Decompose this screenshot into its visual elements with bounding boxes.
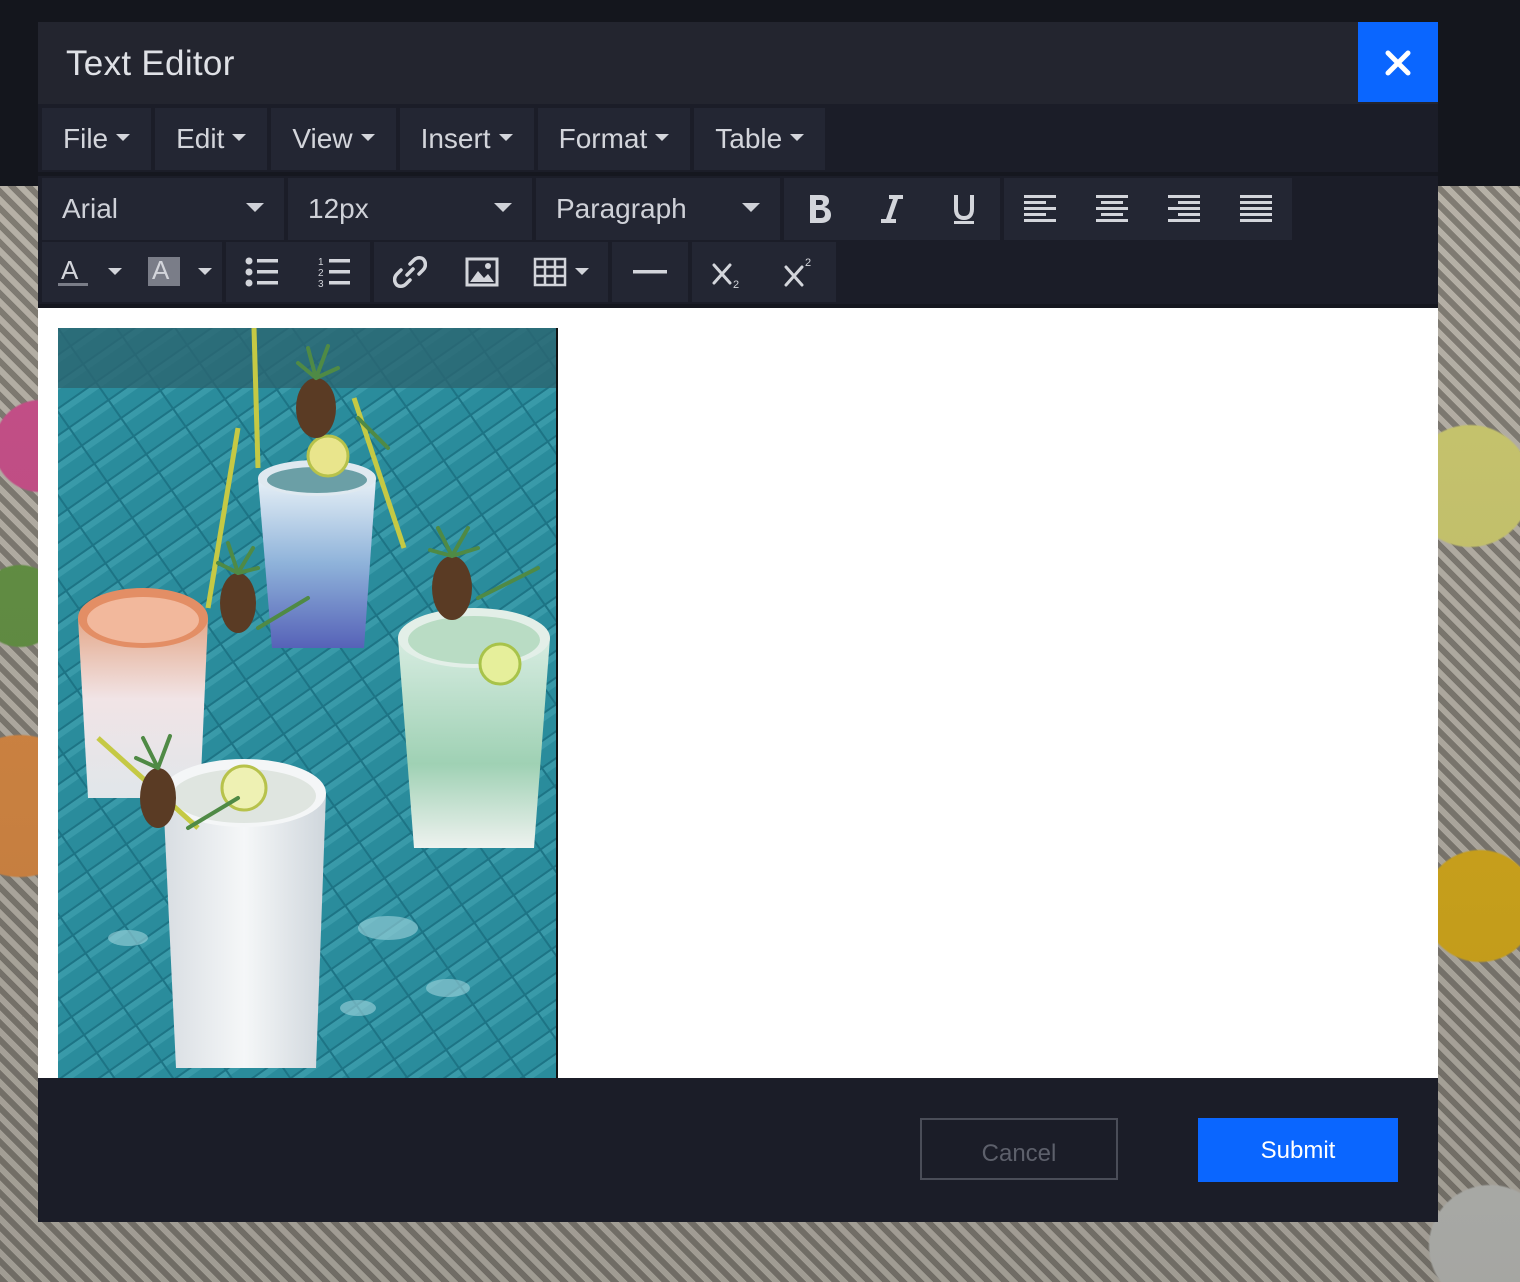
svg-text:3: 3: [318, 279, 324, 289]
svg-text:A: A: [152, 255, 170, 285]
dialog-header: Text Editor: [38, 22, 1438, 104]
subscript-icon: 2: [712, 263, 739, 289]
horizontal-rule-icon: [633, 270, 667, 274]
svg-text:2: 2: [318, 268, 324, 279]
font-family-select[interactable]: Arial: [42, 178, 284, 240]
align-center-icon: [1096, 195, 1128, 222]
dialog-title: Text Editor: [66, 44, 235, 83]
chevron-down-icon: [655, 133, 670, 141]
svg-text:2: 2: [733, 279, 739, 289]
numbered-list-icon: 123: [318, 257, 350, 289]
insert-group: [374, 242, 608, 302]
chevron-down-icon: [494, 202, 512, 212]
horizontal-rule-button[interactable]: [612, 242, 688, 302]
font-size-value: 12px: [308, 193, 369, 224]
align-right-icon: [1168, 195, 1200, 222]
menu-view-label: View: [292, 123, 353, 154]
superscript-button[interactable]: 2: [764, 242, 836, 302]
numbered-list-button[interactable]: 123: [298, 242, 370, 302]
superscript-icon: 2: [784, 257, 811, 287]
underline-button[interactable]: [928, 178, 1000, 240]
table-button[interactable]: [518, 242, 608, 302]
image-icon: [465, 257, 499, 287]
chevron-down-icon: [360, 133, 375, 141]
menu-bar: File Edit View Insert Format Table: [42, 108, 826, 170]
chevron-down-icon: [742, 202, 760, 212]
text-editor-dialog: Text Editor File Edit View Insert Format…: [38, 22, 1438, 1222]
menu-edit[interactable]: Edit: [155, 108, 268, 170]
align-justify-icon: [1240, 195, 1272, 222]
menu-edit-label: Edit: [176, 123, 225, 154]
align-justify-button[interactable]: [1220, 178, 1292, 240]
toolbar-row-2: A A 123 2 2: [42, 242, 836, 302]
block-format-select[interactable]: Paragraph: [536, 178, 780, 240]
image-button[interactable]: [446, 242, 518, 302]
font-size-select[interactable]: 12px: [288, 178, 532, 240]
bold-button[interactable]: [784, 178, 856, 240]
color-group: A A: [42, 242, 222, 302]
editor-content-area[interactable]: [38, 308, 1438, 1078]
menu-file-label: File: [63, 123, 109, 154]
text-color-button[interactable]: A: [42, 242, 132, 302]
misc-group: [612, 242, 688, 302]
align-right-button[interactable]: [1148, 178, 1220, 240]
toolbar-row-1: Arial 12px Paragraph: [42, 178, 1292, 240]
svg-text:A: A: [61, 255, 79, 285]
bullet-list-button[interactable]: [226, 242, 298, 302]
background-color-icon: A: [148, 255, 212, 286]
menu-table-label: Table: [715, 123, 783, 154]
bullet-list-icon: [245, 257, 278, 287]
align-left-icon: [1024, 195, 1056, 222]
menu-table[interactable]: Table: [694, 108, 826, 170]
menu-format[interactable]: Format: [537, 108, 691, 170]
background-color-button[interactable]: A: [132, 242, 222, 302]
chevron-down-icon: [790, 133, 805, 141]
close-icon: [1385, 50, 1411, 76]
chevron-down-icon: [116, 133, 131, 141]
inserted-image[interactable]: [58, 328, 558, 1078]
font-family-value: Arial: [62, 193, 119, 224]
align-center-button[interactable]: [1076, 178, 1148, 240]
subscript-button[interactable]: 2: [692, 242, 764, 302]
table-icon: [533, 257, 589, 287]
list-group: 123: [226, 242, 370, 302]
chevron-down-icon: [246, 202, 264, 212]
submit-button[interactable]: Submit: [1198, 1118, 1398, 1182]
chevron-down-icon: [498, 133, 513, 141]
link-button[interactable]: [374, 242, 446, 302]
underline-icon: [954, 195, 974, 224]
menu-view[interactable]: View: [271, 108, 396, 170]
script-group: 2 2: [692, 242, 836, 302]
link-icon: [393, 256, 427, 288]
menu-file[interactable]: File: [42, 108, 152, 170]
menu-insert-label: Insert: [420, 123, 491, 154]
text-color-icon: A: [58, 255, 122, 286]
italic-button[interactable]: [856, 178, 928, 240]
italic-icon: [881, 195, 903, 223]
svg-text:2: 2: [805, 257, 811, 269]
text-style-group: [784, 178, 1000, 240]
divider: [38, 172, 1438, 176]
svg-text:1: 1: [318, 257, 324, 268]
block-format-value: Paragraph: [556, 193, 687, 224]
chevron-down-icon: [232, 133, 247, 141]
menu-insert[interactable]: Insert: [399, 108, 534, 170]
alignment-group: [1004, 178, 1292, 240]
cocktails-photo: [58, 328, 556, 1078]
close-button[interactable]: [1358, 22, 1438, 102]
menu-format-label: Format: [558, 123, 648, 154]
align-left-button[interactable]: [1004, 178, 1076, 240]
bold-icon: [810, 195, 831, 223]
cancel-button[interactable]: Cancel: [920, 1118, 1118, 1180]
